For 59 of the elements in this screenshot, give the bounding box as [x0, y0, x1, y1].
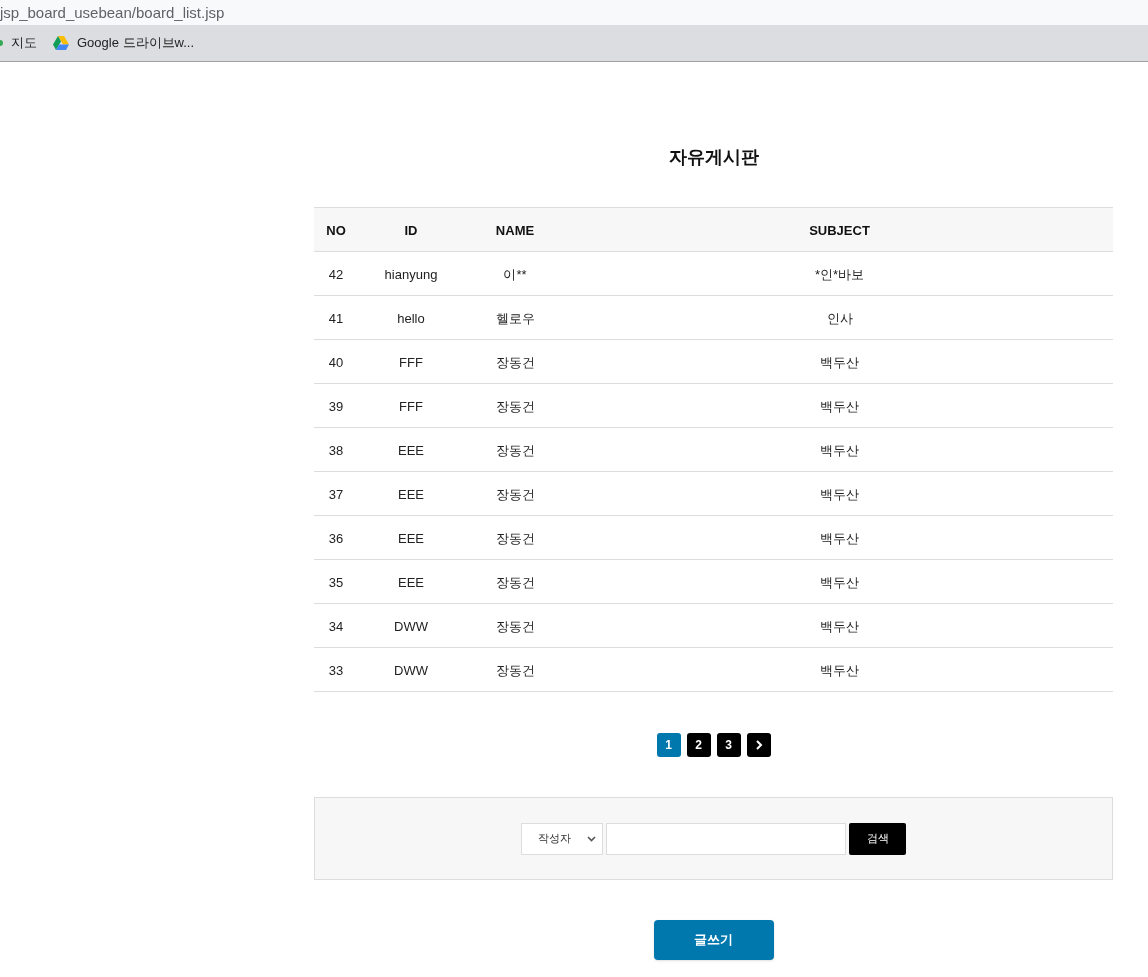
address-url[interactable]: jsp_board_usebean/board_list.jsp [0, 5, 225, 20]
table-cell[interactable]: 백두산 [820, 662, 859, 678]
table-cell: 헬로우 [495, 310, 535, 326]
table-cell: 41 [328, 310, 344, 326]
table-cell: 36 [328, 530, 344, 546]
table-cell: 37 [328, 486, 344, 502]
table-cell: FFF [399, 354, 423, 370]
chevron-down-icon [587, 835, 596, 842]
table-cell: 38 [328, 442, 344, 458]
search-input-field[interactable] [606, 822, 846, 855]
column-header: SUBJECT [809, 222, 870, 238]
table-cell[interactable]: 백두산 [820, 442, 859, 458]
table-cell: EEE [398, 530, 424, 546]
table-cell: hello [397, 310, 425, 326]
search-button[interactable]: 검색 [849, 822, 906, 855]
table-cell: EEE [398, 486, 424, 502]
table-cell: EEE [398, 442, 424, 458]
table-cell: 장동건 [495, 398, 535, 414]
column-header: ID [404, 222, 418, 238]
table-cell[interactable]: 백두산 [820, 530, 859, 546]
table-cell: 이** [503, 266, 527, 282]
bookmark-item[interactable]: Google 드라이브w... [53, 33, 195, 53]
table-cell: 장동건 [495, 486, 535, 502]
table-cell: EEE [398, 574, 424, 590]
table-cell: 42 [328, 266, 344, 282]
table-cell[interactable]: 백두산 [820, 574, 859, 590]
table-cell: 40 [328, 354, 344, 370]
chevron-right-icon [754, 740, 763, 750]
table-cell: 장동건 [495, 442, 535, 458]
table-cell[interactable]: 백두산 [820, 618, 859, 634]
table-cell: 39 [328, 398, 344, 414]
page-button[interactable]: 1 [656, 733, 681, 757]
table-cell[interactable]: 백두산 [820, 398, 859, 414]
page-title: 자유게시판 [668, 146, 759, 169]
table-cell: DWW [394, 662, 428, 678]
page-button[interactable]: 3 [716, 733, 741, 757]
table-cell: 34 [328, 618, 344, 634]
table-cell: 장동건 [495, 574, 535, 590]
column-header: NAME [495, 222, 535, 238]
table-cell: 장동건 [495, 354, 535, 370]
table-cell: 장동건 [495, 618, 535, 634]
table-cell[interactable]: *인*바보 [814, 266, 865, 282]
next-page-button[interactable] [746, 733, 771, 757]
table-cell: FFF [399, 398, 423, 414]
column-header: NO [326, 222, 346, 238]
table-cell: hianyung [384, 266, 438, 282]
table-cell[interactable]: 백두산 [820, 486, 859, 502]
table-cell[interactable]: 인사 [826, 310, 853, 326]
table-cell[interactable]: 백두산 [820, 354, 859, 370]
drive-icon [53, 36, 69, 50]
table-cell: 33 [328, 662, 344, 678]
table-cell: 장동건 [495, 662, 535, 678]
table-cell: 장동건 [495, 530, 535, 546]
write-button[interactable]: 글쓰기 [653, 920, 774, 960]
table-cell: 35 [328, 574, 344, 590]
search-type-select[interactable]: 작성자 [521, 822, 603, 855]
page-button[interactable]: 2 [686, 733, 711, 757]
bookmark-item[interactable]: 지도 [0, 33, 37, 53]
table-cell: DWW [394, 618, 428, 634]
